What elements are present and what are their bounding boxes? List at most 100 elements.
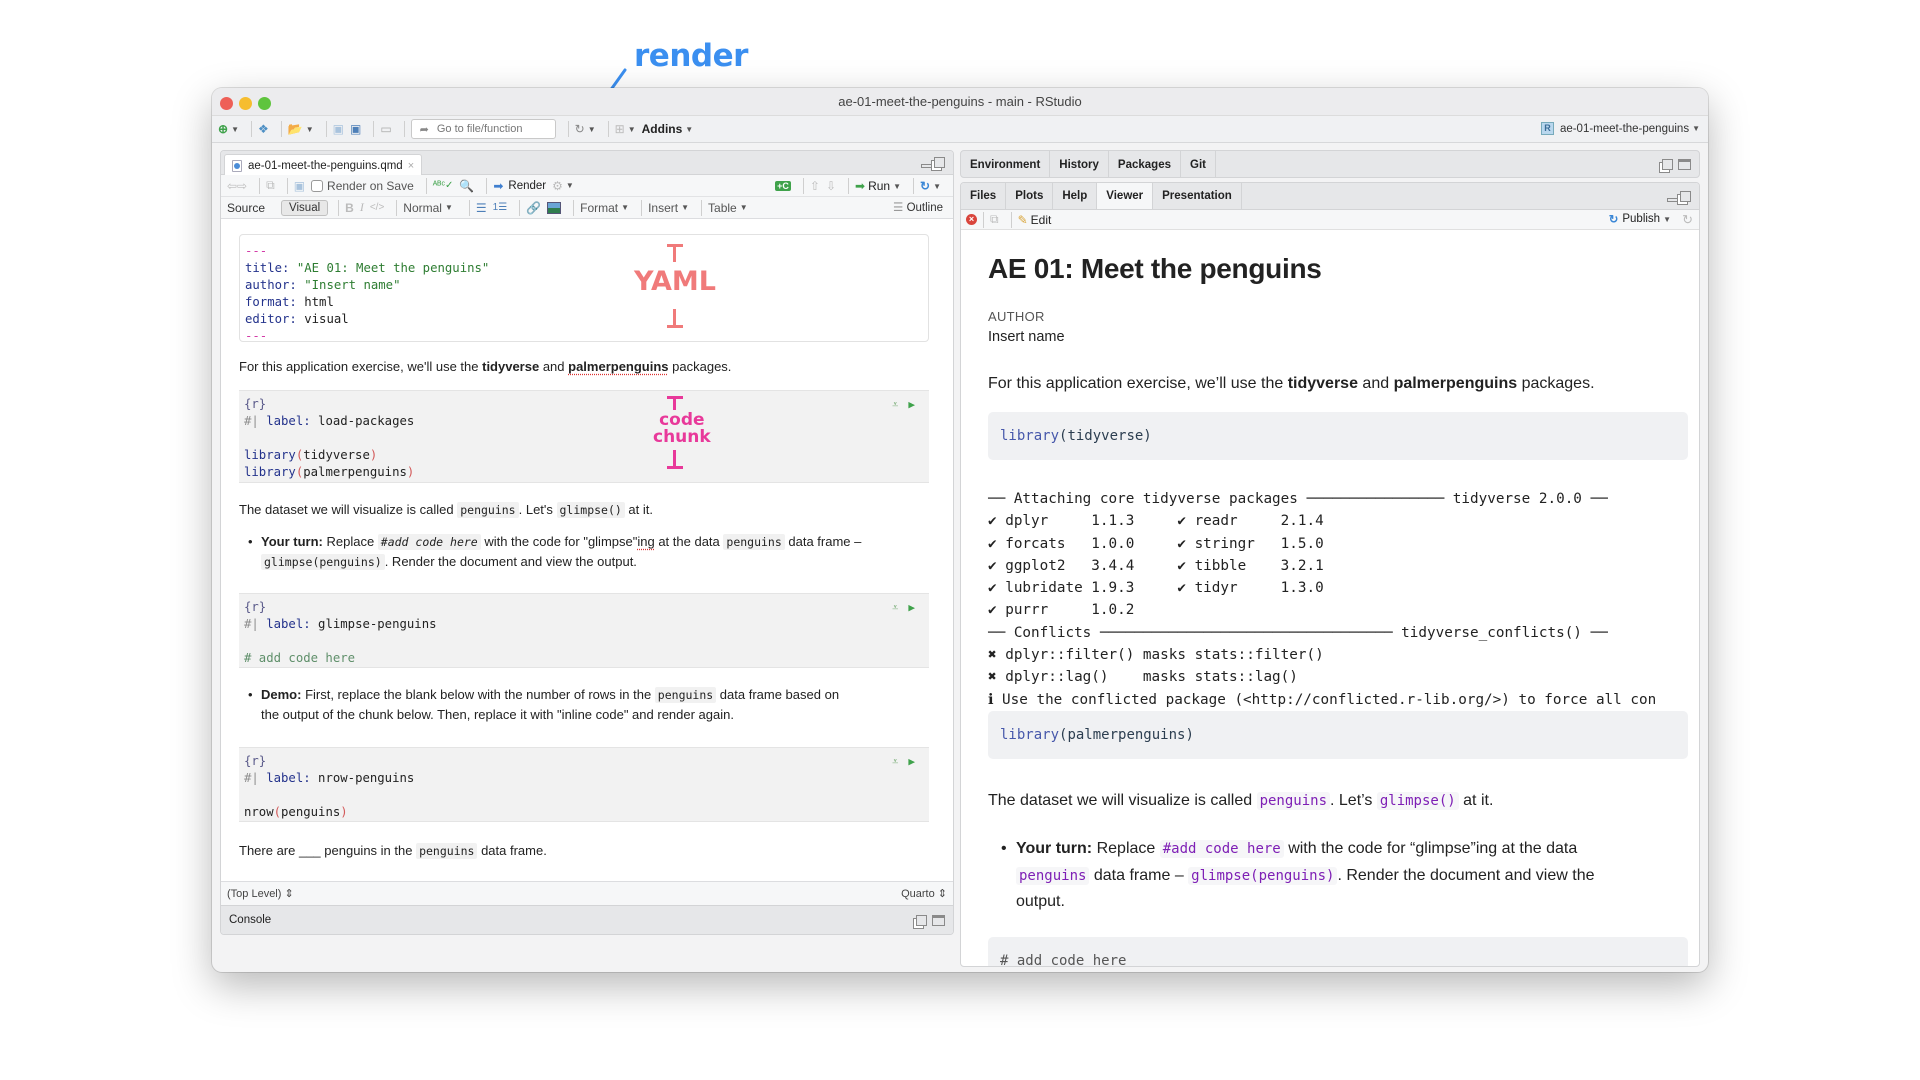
block-style-dropdown[interactable]: Normal ▼: [403, 198, 453, 218]
run-previous-chunks-icon[interactable]: ⩡: [892, 396, 898, 413]
stop-viewer-icon[interactable]: ×: [966, 214, 977, 225]
addins-menu[interactable]: Addins ▼: [642, 119, 694, 139]
insert-image-button[interactable]: [547, 198, 562, 218]
run-previous-chunks-icon[interactable]: ⩡: [892, 599, 898, 616]
document-type-selector[interactable]: Quarto ⇕: [901, 887, 947, 900]
scope-navigator[interactable]: (Top Level) ⇕: [227, 887, 294, 900]
author-label: AUTHOR: [988, 309, 1045, 324]
print-icon: ▭: [380, 122, 392, 136]
back-button[interactable]: ⇦⇨: [227, 176, 247, 196]
maximize-pane-icon[interactable]: [1678, 159, 1691, 170]
restore-pane-icon[interactable]: [1662, 159, 1673, 170]
code-chunk[interactable]: {r} #| label: nrow-penguins nrow(penguin…: [239, 747, 929, 822]
save-icon: ▣: [293, 178, 306, 193]
bullet-list-button[interactable]: ☰: [476, 198, 487, 218]
code-line: library(palmerpenguins): [244, 465, 415, 479]
outline-button[interactable]: ☰ Outline: [893, 200, 943, 214]
run-button[interactable]: ➡ Run ▼: [855, 176, 901, 196]
next-chunk-button[interactable]: ⇩: [826, 176, 836, 196]
console-label: Console: [229, 914, 272, 926]
yaml-block[interactable]: --- title: "AE 01: Meet the penguins" au…: [239, 234, 929, 343]
yaml-line: format: html: [245, 294, 923, 311]
refresh-icon[interactable]: ↻: [1682, 212, 1693, 228]
go-to-file-input[interactable]: ➦ Go to file/function: [410, 119, 556, 139]
show-in-window-button[interactable]: ⧉: [266, 176, 275, 196]
link-button[interactable]: 🔗: [526, 198, 541, 218]
minimize-pane-icon[interactable]: [921, 164, 932, 168]
yaml-line: title: "AE 01: Meet the penguins": [245, 260, 923, 277]
run-chunk-icon[interactable]: ▶: [908, 396, 915, 413]
tab-history[interactable]: History: [1050, 151, 1109, 178]
table-menu[interactable]: Table ▼: [708, 198, 748, 218]
code-button[interactable]: </>: [370, 198, 384, 218]
run-previous-chunks-icon[interactable]: ⩡: [892, 753, 898, 770]
chunk-option-line: #| label: load-packages: [244, 414, 415, 428]
find-button[interactable]: 🔍: [459, 176, 474, 196]
bullet-list-icon: ☰: [475, 200, 487, 215]
tab-files[interactable]: Files: [961, 183, 1007, 209]
source-mode-button[interactable]: Source: [227, 198, 265, 218]
restore-pane-icon[interactable]: [934, 157, 945, 168]
console-pane-header[interactable]: Console: [221, 905, 953, 934]
new-file-button[interactable]: ⊕ ▼: [218, 119, 239, 139]
chunk-annotation-line: [673, 396, 676, 410]
code-chunk[interactable]: {r} #| label: glimpse-penguins # add cod…: [239, 593, 929, 668]
tab-presentation[interactable]: Presentation: [1153, 183, 1242, 209]
maximize-pane-icon[interactable]: [932, 915, 945, 926]
insert-menu[interactable]: Insert ▼: [648, 198, 689, 218]
yaml-key: author:: [245, 278, 297, 292]
project-menu[interactable]: R ae-01-meet-the-penguins ▼: [1540, 122, 1700, 135]
yaml-key: title:: [245, 261, 290, 275]
run-chunk-icon[interactable]: ▶: [908, 753, 915, 770]
popout-icon: ⧉: [266, 178, 275, 192]
visual-mode-button[interactable]: Visual: [281, 199, 329, 216]
publish-button[interactable]: ↻ Publish ▼: [1609, 212, 1671, 226]
pane-layout-button[interactable]: ⊞ ▼: [615, 119, 636, 139]
show-in-window-button[interactable]: ⧉: [990, 210, 999, 230]
print-button[interactable]: ▭: [380, 119, 391, 139]
vcs-button[interactable]: ↻ ▼: [575, 119, 596, 139]
outline-icon: ☰: [893, 202, 904, 214]
spellcheck-button[interactable]: ᴬᴮᶜ✓: [433, 176, 454, 196]
tab-plots[interactable]: Plots: [1006, 183, 1054, 209]
bold-button[interactable]: B: [345, 198, 354, 218]
minimize-pane-icon[interactable]: [1667, 198, 1678, 202]
numbered-list-button[interactable]: 1☰: [493, 198, 508, 218]
save-all-button[interactable]: ▣: [350, 119, 361, 139]
yaml-value: visual: [304, 312, 349, 326]
yaml-value: html: [304, 295, 334, 309]
tab-packages[interactable]: Packages: [1109, 151, 1181, 178]
document-list-item: Your turn: Replace #add code here with t…: [1001, 836, 1676, 915]
code-chunk[interactable]: {r} #| label: load-packages library(tidy…: [239, 390, 929, 483]
output-line: ── Attaching core tidyverse packages ───…: [988, 491, 1608, 507]
tab-environment[interactable]: Environment: [961, 151, 1051, 178]
visual-editor-toolbar: Source Visual B I </> Normal ▼ ☰ 1☰ 🔗 For…: [221, 197, 953, 219]
rstudio-window: ae-01-meet-the-penguins - main - RStudio…: [212, 88, 1708, 972]
edit-button[interactable]: ✎ Edit: [1018, 210, 1052, 230]
save-file-button[interactable]: ▣: [294, 176, 305, 196]
tab-help[interactable]: Help: [1053, 183, 1098, 209]
previous-chunk-button[interactable]: ⇧: [810, 176, 820, 196]
restore-pane-icon[interactable]: [1680, 191, 1691, 202]
insert-chunk-button[interactable]: +C: [775, 176, 791, 196]
editor-tab[interactable]: ae-01-meet-the-penguins.qmd ×: [224, 154, 423, 176]
render-on-save-toggle[interactable]: Render on Save: [311, 176, 414, 196]
restore-pane-icon[interactable]: [916, 915, 927, 926]
output-line: ℹ Use the conflicted package (<http://co…: [988, 691, 1657, 708]
quarto-file-icon: [232, 159, 242, 172]
author-name: Insert name: [988, 329, 1065, 345]
tab-git[interactable]: Git: [1181, 151, 1216, 178]
render-button[interactable]: ➡ Render: [493, 176, 546, 196]
save-button[interactable]: ▣: [333, 119, 344, 139]
new-project-button[interactable]: ❖: [258, 119, 269, 139]
render-options-button[interactable]: ⚙ ▼: [552, 176, 574, 196]
render-on-save-checkbox[interactable]: [311, 179, 324, 192]
run-chunk-icon[interactable]: ▶: [908, 599, 915, 616]
publish-source-button[interactable]: ↻ ▼: [920, 176, 941, 196]
close-tab-icon[interactable]: ×: [408, 160, 414, 172]
tab-viewer[interactable]: Viewer: [1097, 183, 1154, 209]
format-menu[interactable]: Format ▼: [580, 198, 629, 218]
visual-editor-content[interactable]: --- title: "AE 01: Meet the penguins" au…: [221, 221, 953, 881]
open-file-button[interactable]: 📂 ▼: [288, 119, 314, 139]
italic-button[interactable]: I: [360, 198, 364, 218]
